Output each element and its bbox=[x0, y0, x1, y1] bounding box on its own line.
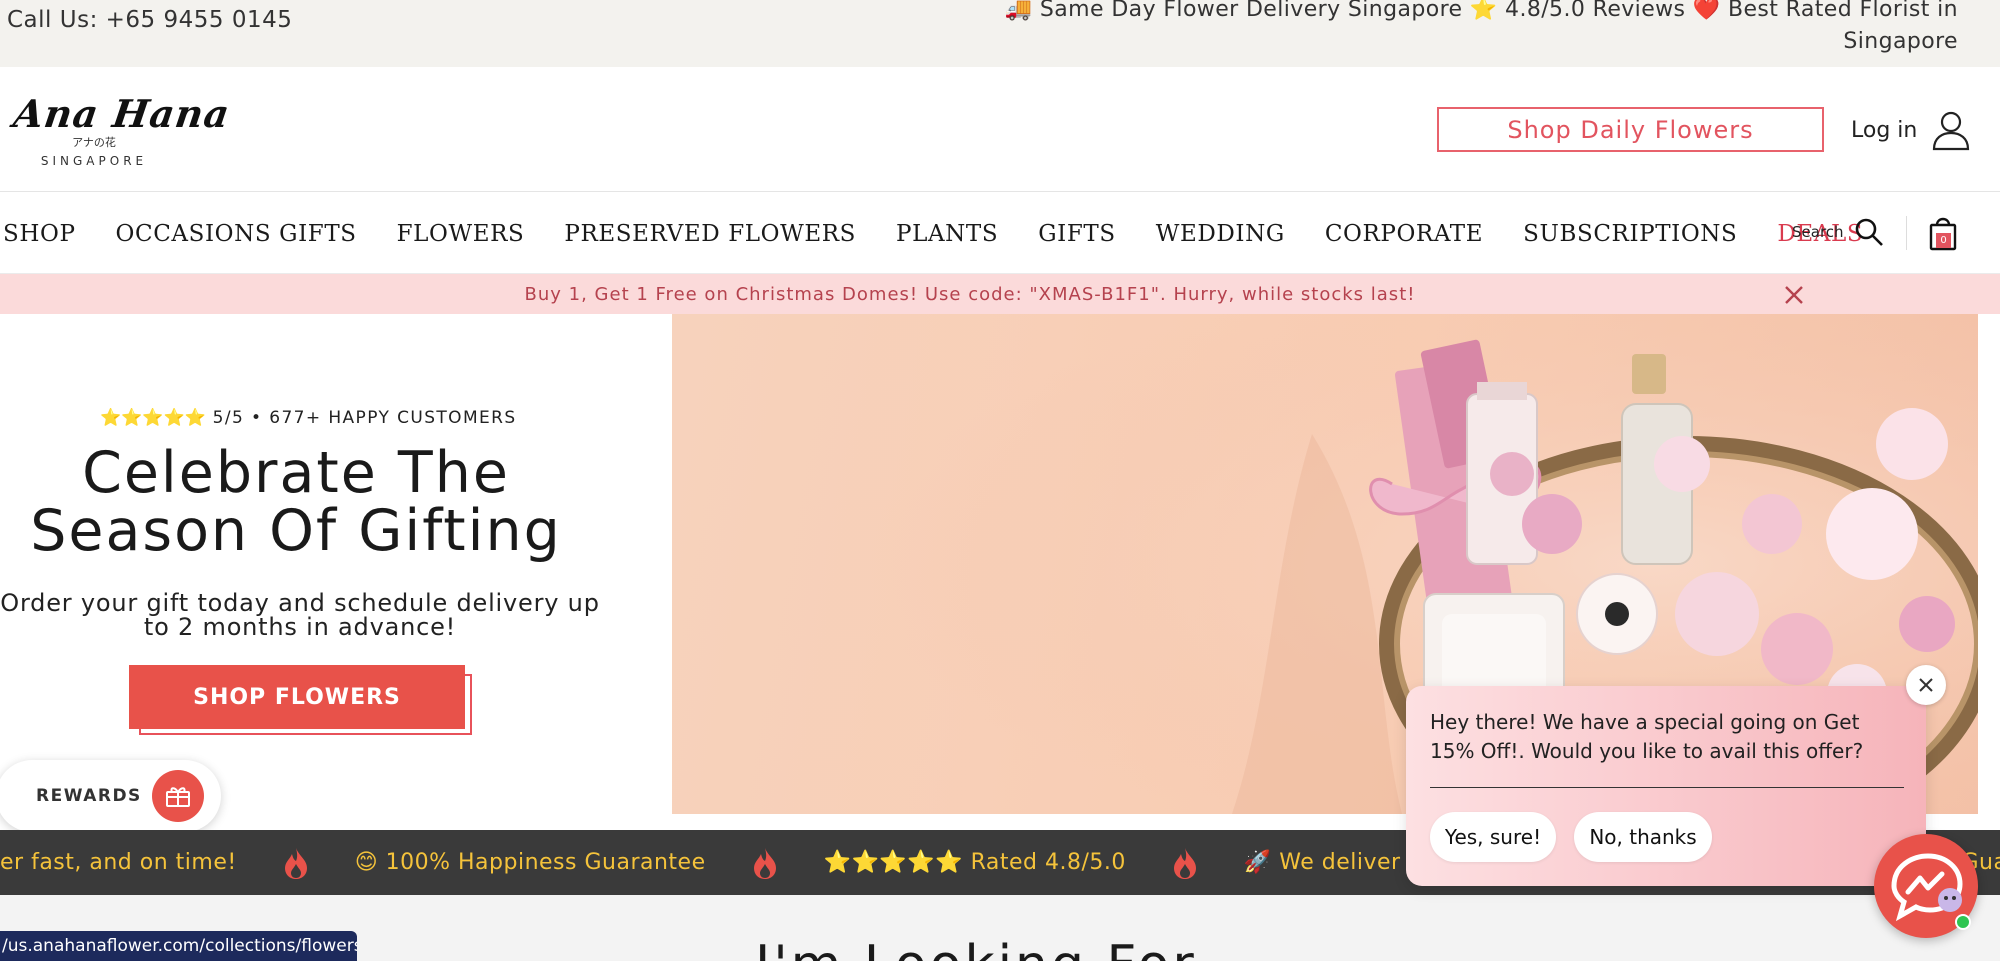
flame-icon bbox=[752, 846, 778, 880]
main-navigation: SHOP OCCASIONS GIFTS FLOWERS PRESERVED FLOW… bbox=[0, 193, 2000, 274]
accept-offer-button[interactable]: Yes, sure! bbox=[1430, 812, 1556, 862]
chat-message: Hey there! We have a special going on Ge… bbox=[1430, 710, 1864, 763]
nav-item-corporate[interactable]: CORPORATE bbox=[1325, 221, 1483, 247]
cart-count-badge: 0 bbox=[1936, 233, 1951, 248]
chat-close-button[interactable] bbox=[1906, 665, 1946, 705]
rewards-launcher[interactable]: REWARDS bbox=[0, 760, 221, 832]
hero-content: ⭐⭐⭐⭐⭐ 5/5 • 677+ HAPPY CUSTOMERS Celebra… bbox=[0, 314, 672, 814]
nav-menu: SHOP OCCASIONS GIFTS FLOWERS PRESERVED FLOW… bbox=[3, 193, 1903, 274]
gift-icon bbox=[152, 770, 204, 822]
login-label: Log in bbox=[1851, 117, 1918, 143]
user-icon bbox=[1933, 111, 1970, 151]
rating-stars: ⭐⭐⭐⭐⭐ bbox=[100, 408, 206, 428]
online-status-indicator bbox=[1955, 914, 1971, 930]
nav-item-subscriptions[interactable]: SUBSCRIPTIONS bbox=[1523, 221, 1737, 247]
nav-item-occasions-gifts[interactable]: OCCASIONS GIFTS bbox=[116, 221, 357, 247]
hero-title: Celebrate The Season Of Gifting bbox=[0, 444, 592, 560]
section-title: I'm Looking For bbox=[755, 935, 1197, 961]
ticker-item: er fast, and on time! bbox=[0, 850, 237, 875]
ticker-item: ⭐⭐⭐⭐⭐ Rated 4.8/5.0 bbox=[823, 850, 1126, 875]
logo-subtitle: SINGAPORE bbox=[40, 154, 148, 168]
rewards-label: REWARDS bbox=[36, 786, 142, 806]
nav-item-preserved-flowers[interactable]: PRESERVED FLOWERS bbox=[564, 221, 856, 247]
nav-item-gifts[interactable]: GIFTS bbox=[1038, 221, 1116, 247]
call-us-text[interactable]: Call Us: +65 9455 0145 bbox=[7, 7, 292, 33]
search-label: Search bbox=[1792, 223, 1844, 241]
shop-flowers-button[interactable]: SHOP FLOWERS bbox=[129, 665, 465, 729]
hero-subtitle: Order your gift today and schedule deliv… bbox=[0, 589, 600, 641]
rating-text: 5/5 • 677+ HAPPY CUSTOMERS bbox=[212, 408, 517, 428]
site-logo[interactable]: Ana Hana アナの花 SINGAPORE bbox=[10, 91, 233, 168]
nav-item-wedding[interactable]: WEDDING bbox=[1156, 221, 1285, 247]
chat-divider bbox=[1430, 787, 1904, 788]
cart-button[interactable]: 0 bbox=[1928, 213, 1958, 253]
hero-title-line-1: Celebrate The bbox=[82, 440, 510, 506]
nav-item-flowers[interactable]: FLOWERS bbox=[397, 221, 525, 247]
close-icon[interactable] bbox=[1783, 284, 1805, 306]
search-icon bbox=[1855, 218, 1883, 246]
flame-icon bbox=[283, 846, 309, 880]
ticker-item: 😊 100% Happiness Guarantee bbox=[354, 850, 706, 875]
site-header: Ana Hana アナの花 SINGAPORE Shop Daily Flowe… bbox=[0, 67, 2000, 192]
nav-divider bbox=[1906, 216, 1907, 250]
link-status-bar: /us.anahanaflower.com/collections/flower… bbox=[0, 931, 357, 961]
shop-daily-flowers-button[interactable]: Shop Daily Flowers bbox=[1437, 107, 1824, 152]
login-link[interactable]: Log in bbox=[1851, 107, 1971, 153]
logo-wordmark: Ana Hana bbox=[10, 91, 233, 136]
logo-japanese-text: アナの花 bbox=[72, 136, 116, 149]
promo-banner-text[interactable]: Buy 1, Get 1 Free on Christmas Domes! Us… bbox=[525, 284, 1416, 305]
decline-offer-button[interactable]: No, thanks bbox=[1574, 812, 1712, 862]
close-icon bbox=[1919, 678, 1933, 692]
nav-item-shop[interactable]: SHOP bbox=[3, 221, 76, 247]
chat-offer-popup: Hey there! We have a special going on Ge… bbox=[1406, 686, 1926, 886]
search-button[interactable]: Search bbox=[1792, 217, 1884, 247]
nav-item-plants[interactable]: PLANTS bbox=[896, 221, 998, 247]
flame-icon bbox=[1172, 846, 1198, 880]
customer-rating: ⭐⭐⭐⭐⭐ 5/5 • 677+ HAPPY CUSTOMERS bbox=[100, 408, 517, 428]
delivery-promo-text: 🚚 Same Day Flower Delivery Singapore ⭐ 4… bbox=[1004, 0, 1958, 54]
hero-title-line-2: Season Of Gifting bbox=[30, 498, 562, 564]
promo-banner: Buy 1, Get 1 Free on Christmas Domes! Us… bbox=[0, 274, 2000, 314]
announcement-bar: Call Us: +65 9455 0145 🚚 Same Day Flower… bbox=[0, 0, 2000, 67]
